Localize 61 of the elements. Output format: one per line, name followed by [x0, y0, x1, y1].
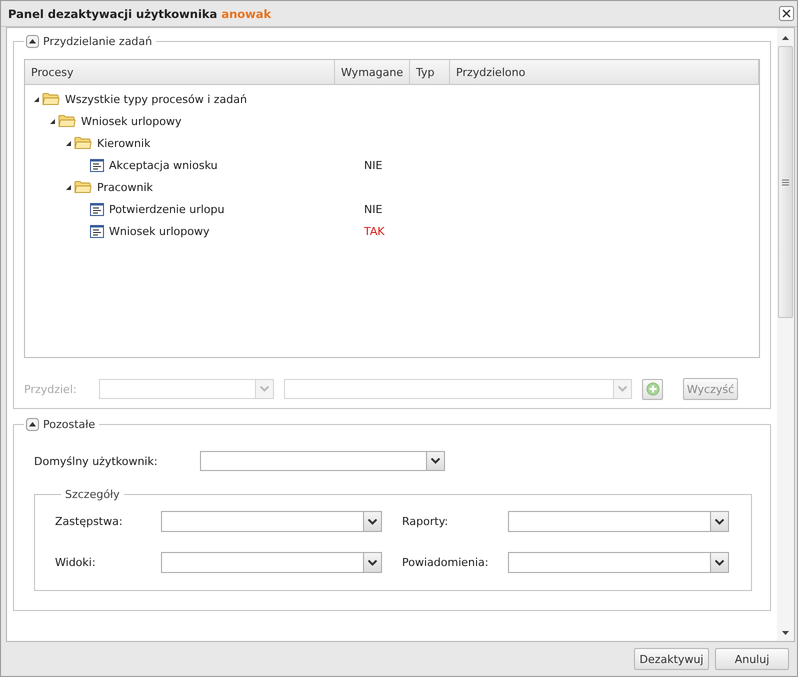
- section-title: Pozostałe: [43, 418, 96, 431]
- dialog-button[interactable]: Dezaktywuj: [634, 648, 709, 670]
- dropdown-field[interactable]: [99, 379, 274, 399]
- task-icon: [90, 158, 104, 172]
- tree-item-label[interactable]: Wniosek urlopowy: [81, 114, 182, 128]
- expanded-arrow-icon[interactable]: [49, 118, 56, 124]
- column-header[interactable]: Wymagane: [335, 60, 410, 84]
- collapse-icon[interactable]: [26, 35, 39, 48]
- tree-item-label[interactable]: Wniosek urlopowy: [109, 224, 210, 238]
- field-label: Domyślny użytkownik:: [34, 454, 159, 468]
- required-value: NIE: [364, 202, 382, 216]
- chevron-down-icon: [618, 386, 627, 392]
- add-button[interactable]: [642, 378, 663, 400]
- tree-item-label[interactable]: Pracownik: [97, 180, 153, 194]
- field-label: Powiadomienia:: [401, 556, 490, 569]
- dropdown-field[interactable]: [508, 552, 729, 573]
- task-icon: [90, 224, 104, 238]
- tree-item-label[interactable]: Kierownik: [97, 136, 150, 150]
- chevron-down-icon: [715, 560, 724, 566]
- column-header[interactable]: Procesy: [25, 60, 335, 84]
- field-label: Widoki:: [55, 556, 97, 569]
- folder-icon: [74, 180, 92, 194]
- required-value: NIE: [364, 158, 382, 172]
- field-label: Zastępstwa:: [55, 515, 124, 528]
- scroll-up-icon[interactable]: [782, 36, 789, 40]
- collapse-icon[interactable]: [26, 418, 39, 431]
- scroll-thumb[interactable]: [778, 46, 793, 318]
- expanded-arrow-icon[interactable]: [65, 140, 72, 146]
- plus-icon: [646, 382, 660, 396]
- close-icon[interactable]: [779, 6, 794, 21]
- dialog-button[interactable]: Anuluj: [715, 648, 789, 670]
- dropdown-field[interactable]: [161, 511, 382, 532]
- chevron-down-icon: [368, 560, 377, 566]
- dropdown-field[interactable]: [200, 451, 445, 471]
- tree-item-label[interactable]: Potwierdzenie urlopu: [109, 202, 224, 216]
- section-title: Przydzielanie zadań: [43, 35, 152, 48]
- scroll-down-icon[interactable]: [782, 631, 789, 635]
- tree-item-label[interactable]: Akceptacja wniosku: [109, 158, 218, 172]
- chevron-down-icon: [431, 458, 440, 464]
- chevron-down-icon: [368, 518, 377, 524]
- field-label: Raporty:: [401, 515, 450, 528]
- expanded-arrow-icon[interactable]: [65, 184, 72, 190]
- grip-icon: [782, 178, 789, 186]
- scrollbar[interactable]: [777, 28, 794, 641]
- folder-icon: [58, 114, 76, 128]
- task-icon: [90, 202, 104, 216]
- dropdown-field[interactable]: [508, 511, 729, 532]
- required-value: TAK: [364, 224, 385, 238]
- field-label: Przydziel:: [24, 382, 78, 396]
- tree-item-label[interactable]: Wszystkie typy procesów i zadań: [65, 92, 247, 106]
- column-header[interactable]: Typ: [410, 60, 450, 84]
- folder-icon: [74, 136, 92, 150]
- group-title: Szczegóły: [64, 488, 121, 501]
- dropdown-field[interactable]: [284, 379, 632, 399]
- chevron-down-icon: [715, 518, 724, 524]
- dropdown-field[interactable]: [161, 552, 382, 573]
- chevron-down-icon: [260, 386, 269, 392]
- expanded-arrow-icon[interactable]: [33, 96, 40, 102]
- window-title: Panel dezaktywacji użytkownika anowak: [8, 6, 272, 20]
- column-header[interactable]: Przydzielono: [450, 60, 759, 84]
- folder-icon: [42, 92, 60, 106]
